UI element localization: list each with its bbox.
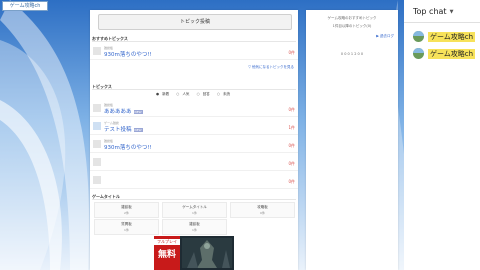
chat-message[interactable]: ゲーム攻略ch [413,48,480,60]
divider [92,41,296,42]
topic-count: 0件 [288,107,295,112]
avatar [413,48,424,59]
topic-count: 0件 [288,161,295,166]
ad-free-badge: フルプレイ 無料 [154,236,180,270]
new-badge: NEW [133,109,143,114]
post-topic-button[interactable]: トピック投稿 [98,14,292,30]
genre-name: 雑談板 [121,205,132,209]
filter-popular[interactable]: ○ 人気 [176,92,191,96]
genre-item[interactable]: 雑談板 2件 [94,202,159,218]
chat-message-text: ゲーム攻略ch [428,49,476,59]
filter-unread[interactable]: ○ 未読 [217,92,232,96]
divider [92,89,296,90]
avatar [413,31,424,42]
divider [92,199,296,200]
table-row[interactable]: 雑談板 あああああ NEW 0件 [90,102,298,117]
filter-new[interactable]: ● 新着 [156,92,171,96]
genre-item[interactable]: 雑談板 1件 [162,219,227,235]
topic-title[interactable]: テスト投稿 NEW [104,125,143,133]
table-row[interactable]: 0件 [90,156,298,171]
filter-answered[interactable]: ○ 回答 [197,92,212,96]
topic-filters: ● 新着 ○ 人気 ○ 回答 ○ 未読 [90,92,298,97]
topic-thumbnail [93,158,101,166]
genre-item[interactable]: 質問板 1件 [94,219,159,235]
chat-message-text: ゲーム攻略ch [428,32,476,42]
chat-panel: Top chat ▼ ゲーム攻略ch ゲーム攻略ch [404,0,480,270]
genre-count: 2件 [124,211,129,215]
side-note: 0 0 0 1 2 0 0 [340,52,364,56]
caret-down-icon: ▼ [449,8,454,15]
side-note: 1件目以降のトピック(0) [332,24,372,28]
topic-thumbnail [93,140,101,148]
more-topics-link[interactable]: ▽ 他気になるトピックを見る [248,65,294,70]
genre-item[interactable]: ゲームタイトル 1件 [162,202,227,218]
chat-mode-dropdown[interactable]: Top chat ▼ [413,7,453,16]
topic-count: 0件 [288,50,295,55]
topic-title[interactable]: あああああ NEW [104,107,143,115]
side-column: ゲーム攻略のおすすめトピック 1件目以降のトピック(0) ▶ 過去ログ 0 0 … [306,10,398,270]
table-row[interactable]: 0件 [90,174,298,189]
genre-count: 1件 [192,211,197,215]
genre-count: 1件 [124,228,129,232]
genre-name: 質問板 [121,222,132,226]
ad-banner[interactable]: フルプレイ 無料 [154,236,234,270]
topic-thumbnail [93,47,101,55]
topic-title[interactable]: 930m落ちのやつ!! [104,143,152,151]
side-note: ゲーム攻略のおすすめトピック [327,16,377,20]
genre-name: 攻略板 [257,205,268,209]
topic-count: 0件 [288,143,295,148]
topic-title[interactable]: 930m落ちのやつ!! [104,50,152,58]
topic-count: 0件 [288,179,295,184]
table-row[interactable]: ゲーム雑談 テスト投稿 NEW 1件 [90,120,298,135]
main-column: トピック投稿 おすすめトピックス 雑談板 930m落ちのやつ!! 0件 ▽ 他気… [90,10,298,270]
archive-link[interactable]: ▶ 過去ログ [376,34,394,39]
genre-item[interactable]: 攻略板 0件 [230,202,295,218]
new-badge: NEW [133,127,143,132]
list-item[interactable]: 雑談板 930m落ちのやつ!! 0件 [90,45,298,60]
genre-name: ゲームタイトル [182,205,207,209]
table-row[interactable]: 雑談板 930m落ちのやつ!! 0件 [90,138,298,153]
site-logo[interactable]: ゲーム攻略ch [2,1,48,11]
divider [404,22,480,23]
topic-count: 1件 [288,125,295,130]
genre-name: 雑談板 [189,222,200,226]
ad-artwork-image [182,238,232,268]
topic-thumbnail [93,104,101,112]
topic-thumbnail [93,176,101,184]
genre-count: 0件 [260,211,265,215]
genre-count: 1件 [192,228,197,232]
topic-thumbnail [93,122,101,130]
chat-message[interactable]: ゲーム攻略ch [413,31,480,43]
